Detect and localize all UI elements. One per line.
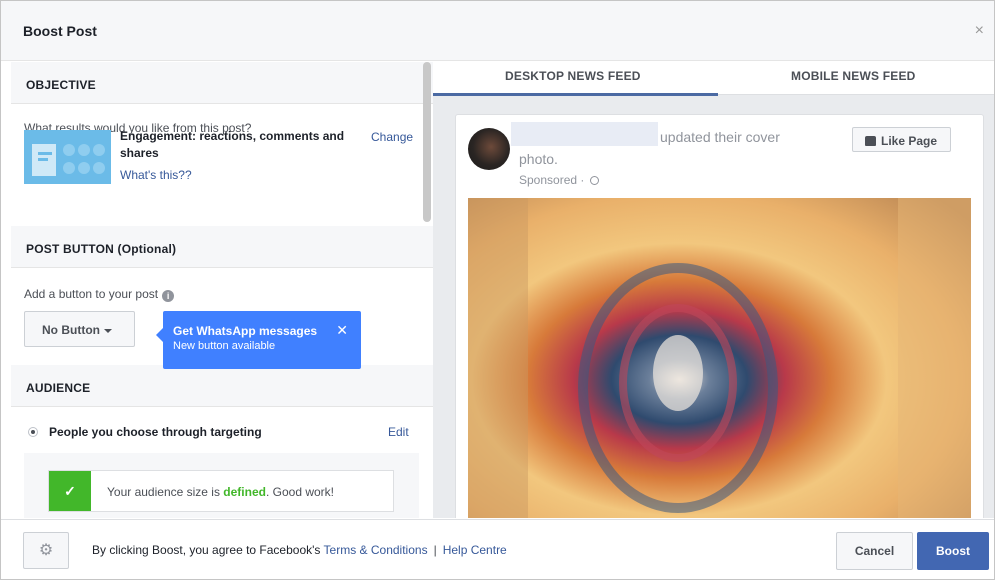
- footer-separator: |: [433, 543, 437, 557]
- thumbs-up-icon: [865, 136, 876, 146]
- preview-panel: DESKTOP NEWS FEED MOBILE NEWS FEED updat…: [433, 62, 994, 518]
- post-button-dropdown-value: No Button: [42, 323, 100, 337]
- sponsored-text: Sponsored ·: [519, 173, 588, 187]
- boost-button[interactable]: Boost: [917, 532, 989, 570]
- objective-selected: Engagement: reactions, comments and shar…: [120, 129, 345, 160]
- terms-link[interactable]: Terms & Conditions: [324, 543, 428, 557]
- dialog-header: Boost Post ×: [1, 1, 994, 61]
- post-action-line1: updated their cover: [660, 129, 780, 145]
- like-page-button[interactable]: Like Page: [852, 127, 951, 152]
- sponsored-label: Sponsored ·: [519, 173, 599, 187]
- preview-tabs: DESKTOP NEWS FEED MOBILE NEWS FEED: [433, 62, 994, 96]
- audience-section: People you choose through targeting Edit…: [11, 407, 433, 518]
- audience-heading: AUDIENCE: [11, 365, 433, 407]
- post-action-line2: photo.: [519, 151, 558, 167]
- audience-status-text: Your audience size is defined. Good work…: [107, 485, 334, 499]
- engagement-icon: [24, 130, 111, 184]
- status-highlight: defined: [223, 485, 266, 499]
- agreement-prefix: By clicking Boost, you agree to Facebook…: [92, 543, 324, 557]
- whatsapp-tooltip: Get WhatsApp messages New button availab…: [156, 311, 361, 369]
- objective-section: What results would you like from this po…: [11, 104, 433, 226]
- gear-icon: ⚙: [38, 542, 54, 559]
- tooltip-close-icon[interactable]: ✕: [336, 323, 348, 337]
- post-button-label-text: Add a button to your post: [24, 287, 159, 301]
- post-preview-card: updated their cover photo. Sponsored · L…: [455, 114, 984, 518]
- boost-post-dialog: Boost Post × OBJECTIVE What results woul…: [0, 0, 995, 580]
- active-tab-indicator: [433, 93, 718, 96]
- cancel-button[interactable]: Cancel: [836, 532, 913, 570]
- cover-photo: [468, 198, 971, 518]
- audience-option-label[interactable]: People you choose through targeting: [49, 425, 262, 439]
- like-page-label: Like Page: [881, 134, 938, 148]
- settings-panel[interactable]: OBJECTIVE What results would you like fr…: [11, 62, 433, 518]
- post-button-heading: POST BUTTON (Optional): [11, 226, 433, 268]
- post-button-dropdown[interactable]: No Button: [24, 311, 135, 347]
- page-name-redacted: [511, 122, 658, 146]
- post-button-section: Add a button to your post i No Button Get…: [11, 268, 433, 369]
- tab-mobile-news-feed[interactable]: MOBILE NEWS FEED: [791, 69, 916, 83]
- edit-audience-link[interactable]: Edit: [388, 425, 409, 439]
- status-suffix: . Good work!: [265, 485, 334, 499]
- tooltip-subtitle: New button available: [173, 340, 276, 352]
- dialog-footer: ⚙ By clicking Boost, you agree to Facebo…: [1, 519, 994, 579]
- objective-heading: OBJECTIVE: [11, 62, 433, 104]
- post-button-label: Add a button to your post i: [24, 287, 175, 302]
- settings-button[interactable]: ⚙: [23, 532, 69, 569]
- check-icon: ✓: [49, 471, 91, 511]
- left-panel-scrollbar[interactable]: [423, 62, 431, 222]
- audience-status: ✓ Your audience size is defined. Good wo…: [48, 470, 394, 512]
- audience-status-box: ✓ Your audience size is defined. Good wo…: [24, 453, 419, 518]
- chevron-down-icon: [103, 329, 112, 333]
- help-centre-link[interactable]: Help Centre: [443, 543, 507, 557]
- dialog-title: Boost Post: [23, 23, 97, 39]
- tooltip-title: Get WhatsApp messages: [173, 324, 318, 338]
- status-prefix: Your audience size is: [107, 485, 224, 499]
- agreement-text: By clicking Boost, you agree to Facebook…: [92, 543, 507, 557]
- avatar: [468, 128, 510, 170]
- info-icon[interactable]: i: [162, 290, 175, 302]
- globe-icon: [589, 176, 599, 185]
- change-objective-link[interactable]: Change: [371, 130, 413, 144]
- whats-this-link[interactable]: What's this??: [120, 168, 192, 182]
- tab-desktop-news-feed[interactable]: DESKTOP NEWS FEED: [505, 69, 641, 83]
- audience-radio[interactable]: [28, 427, 38, 437]
- close-icon[interactable]: ×: [975, 23, 984, 39]
